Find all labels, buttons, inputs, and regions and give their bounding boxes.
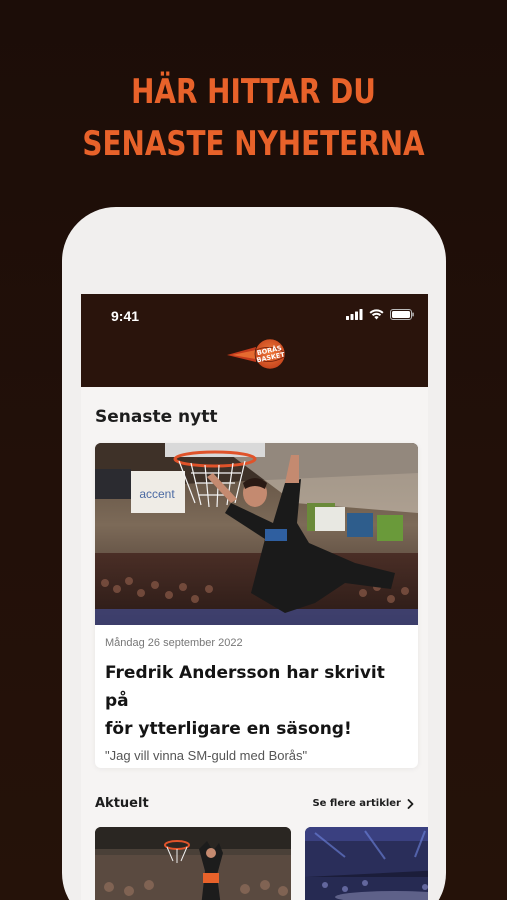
- app-bar: 9:41 BORÅS BASKET: [81, 294, 428, 387]
- promo-headline-line-2: SENASTE NYHETERNA: [82, 124, 425, 164]
- featured-article-card[interactable]: accent Måndag 26 september 2022 Fredrik …: [95, 443, 418, 768]
- current-section-title: Aktuelt: [95, 796, 149, 811]
- article-title-line-1: Fredrik Andersson har skrivit på: [105, 663, 385, 711]
- see-more-articles-link[interactable]: Se flere artikler: [312, 798, 414, 809]
- status-icons: [346, 309, 414, 320]
- dunk-photo: accent: [95, 443, 418, 625]
- game-photo-1: [95, 827, 291, 900]
- article-thumbnail[interactable]: [305, 827, 428, 900]
- main-content: Senaste nytt accent Måndag 26 september …: [81, 407, 428, 900]
- current-articles-carousel[interactable]: [95, 827, 428, 900]
- latest-news-title: Senaste nytt: [95, 407, 218, 427]
- cellular-signal-icon: [346, 309, 363, 320]
- article-date: Måndag 26 september 2022: [105, 637, 243, 649]
- status-time: 9:41: [111, 308, 140, 324]
- wifi-icon: [369, 309, 384, 320]
- featured-article-image: accent: [95, 443, 418, 625]
- current-section-header: Aktuelt Se flere artikler: [95, 796, 418, 811]
- chevron-right-icon: [407, 798, 414, 809]
- promo-headline-line-1: HÄR HITTAR DU: [131, 72, 376, 112]
- article-title-line-2: för ytterligare en säsong!: [105, 719, 352, 739]
- borås-basket-logo[interactable]: BORÅS BASKET: [226, 338, 288, 370]
- svg-text:accent: accent: [139, 487, 175, 501]
- app-screen: 9:41 BORÅS BASKET Senaste nytt accent Må…: [81, 294, 428, 900]
- featured-article-body: Måndag 26 september 2022 Fredrik Anderss…: [95, 625, 418, 763]
- see-more-label: Se flere artikler: [312, 798, 401, 809]
- promo-headline: HÄR HITTAR DU SENASTE NYHETERNA: [46, 66, 462, 170]
- battery-icon: [390, 309, 414, 320]
- article-title[interactable]: Fredrik Andersson har skrivit på för ytt…: [105, 659, 408, 743]
- game-photo-2: [305, 827, 428, 900]
- article-thumbnail[interactable]: [95, 827, 291, 900]
- article-subtitle: "Jag vill vinna SM-guld med Borås": [105, 748, 308, 763]
